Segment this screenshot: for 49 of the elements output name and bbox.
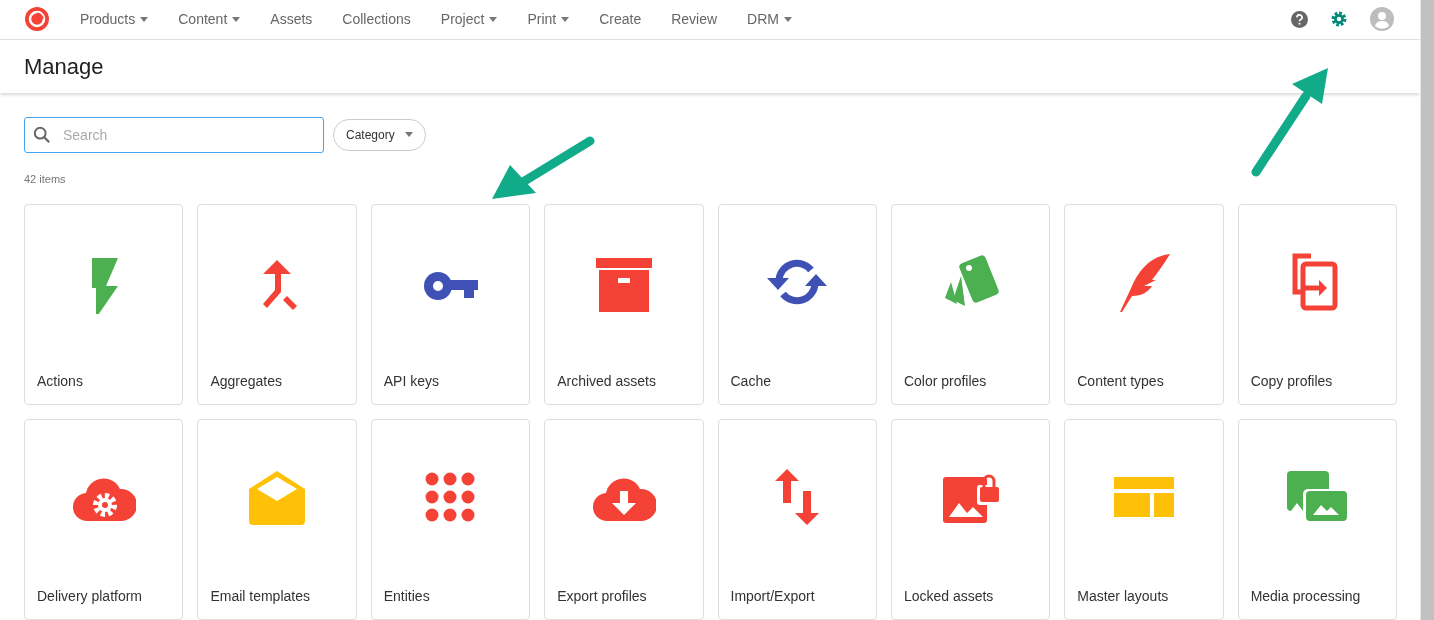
item-count: 42 items	[24, 171, 67, 187]
tile-label: Content types	[1076, 372, 1165, 391]
manage-tile[interactable]: Entities	[370, 419, 531, 620]
tile-label: API keys	[382, 372, 440, 391]
tile-label: Email templates	[209, 587, 311, 606]
nav-menu-item[interactable]: Collections	[342, 8, 411, 30]
tile-label: Entities	[382, 587, 431, 606]
tile-label: Import/Export	[729, 587, 816, 606]
search-field[interactable]: Search	[24, 116, 324, 153]
logo-icon	[24, 6, 50, 33]
settings-icon[interactable]	[1330, 10, 1348, 29]
nav-menu-item[interactable]: Print	[527, 8, 570, 30]
tile-label: Copy profiles	[1249, 372, 1334, 391]
manage-tile[interactable]: Delivery platform	[24, 419, 184, 620]
nav-menu-item[interactable]: Project	[440, 8, 498, 30]
nav-menu-item[interactable]: Content	[178, 8, 241, 30]
nav-menu-item[interactable]: Products	[80, 8, 149, 30]
nav-menu-item[interactable]: DRM	[747, 8, 792, 30]
tile-label: Color profiles	[902, 372, 988, 391]
manage-tile[interactable]: Content types	[1064, 204, 1224, 405]
manage-tile[interactable]: Locked assets	[890, 419, 1051, 620]
manage-tile[interactable]: Master layouts	[1064, 419, 1224, 620]
tile-label: Archived assets	[556, 372, 657, 391]
manage-tile[interactable]: Archived assets	[544, 204, 704, 405]
help-icon[interactable]	[1291, 10, 1308, 28]
tile-label: Actions	[36, 372, 84, 391]
tile-label: Aggregates	[209, 372, 283, 391]
tile-label: Cache	[729, 372, 772, 391]
manage-tile[interactable]: Cache	[717, 204, 877, 405]
nav-menu-item[interactable]: Review	[671, 8, 718, 30]
manage-tile[interactable]: Media processing	[1237, 419, 1397, 620]
tile-label: Master layouts	[1076, 587, 1170, 606]
page-title: Manage	[24, 52, 104, 81]
manage-tile[interactable]: Email templates	[197, 419, 357, 620]
manage-tile[interactable]: Actions	[24, 204, 184, 405]
tile-label: Locked assets	[902, 587, 995, 606]
caret-icon	[404, 132, 413, 137]
tile-label: Delivery platform	[36, 587, 144, 606]
nav-menu-item[interactable]: Assets	[270, 8, 313, 30]
manage-tile[interactable]: Export profiles	[544, 419, 704, 620]
tile-label: Export profiles	[556, 587, 648, 606]
manage-tile[interactable]: Color profiles	[890, 204, 1051, 405]
tile-label: Media processing	[1249, 587, 1362, 606]
manage-tile[interactable]: API keys	[370, 204, 531, 405]
manage-tile[interactable]: Import/Export	[717, 419, 877, 620]
manage-tile[interactable]: Copy profiles	[1237, 204, 1397, 405]
search-icon	[33, 125, 51, 144]
manage-tile[interactable]: Aggregates	[197, 204, 357, 405]
nav-menu-item[interactable]: Create	[599, 8, 642, 30]
